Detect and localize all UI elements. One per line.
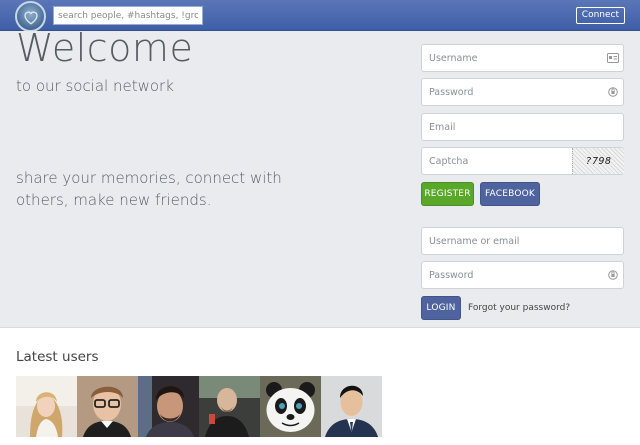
register-username-field[interactable] xyxy=(421,44,624,72)
user-avatar-5[interactable] xyxy=(260,376,321,437)
user-avatar-3[interactable] xyxy=(138,376,199,437)
user-avatar-1[interactable] xyxy=(16,376,77,437)
man-glasses-avatar xyxy=(77,376,138,437)
facebook-button[interactable]: FACEBOOK xyxy=(480,182,540,206)
id-card-icon xyxy=(607,52,619,64)
panda-avatar xyxy=(260,376,321,437)
user-avatar-4[interactable] xyxy=(199,376,260,437)
tagline: share your memories, connect with others… xyxy=(16,169,282,209)
login-button[interactable]: LOGIN xyxy=(421,296,461,320)
man-suit-avatar xyxy=(321,376,382,437)
man-speaking-avatar xyxy=(199,376,260,437)
man-dark-hair-avatar xyxy=(138,376,199,437)
register-button[interactable]: REGISTER xyxy=(421,182,474,206)
latest-users-list xyxy=(16,376,382,437)
login-password-field[interactable] xyxy=(421,261,624,289)
captcha-image: ?798 xyxy=(572,148,624,174)
blonde-woman-avatar xyxy=(16,376,77,437)
lock-icon xyxy=(607,86,619,98)
page-title: Welcome xyxy=(16,26,194,70)
connect-button[interactable]: Connect xyxy=(575,7,625,24)
latest-users-heading: Latest users xyxy=(16,349,99,365)
search-input[interactable] xyxy=(53,6,203,25)
user-avatar-6[interactable] xyxy=(321,376,382,437)
register-email-field[interactable] xyxy=(421,113,624,141)
page-subtitle: to our social network xyxy=(16,77,174,95)
user-avatar-2[interactable] xyxy=(77,376,138,437)
login-username-field[interactable] xyxy=(421,227,624,255)
lock-icon xyxy=(607,269,619,281)
register-password-field[interactable] xyxy=(421,78,624,106)
forgot-password-link[interactable]: Forgot your password? xyxy=(468,303,570,313)
